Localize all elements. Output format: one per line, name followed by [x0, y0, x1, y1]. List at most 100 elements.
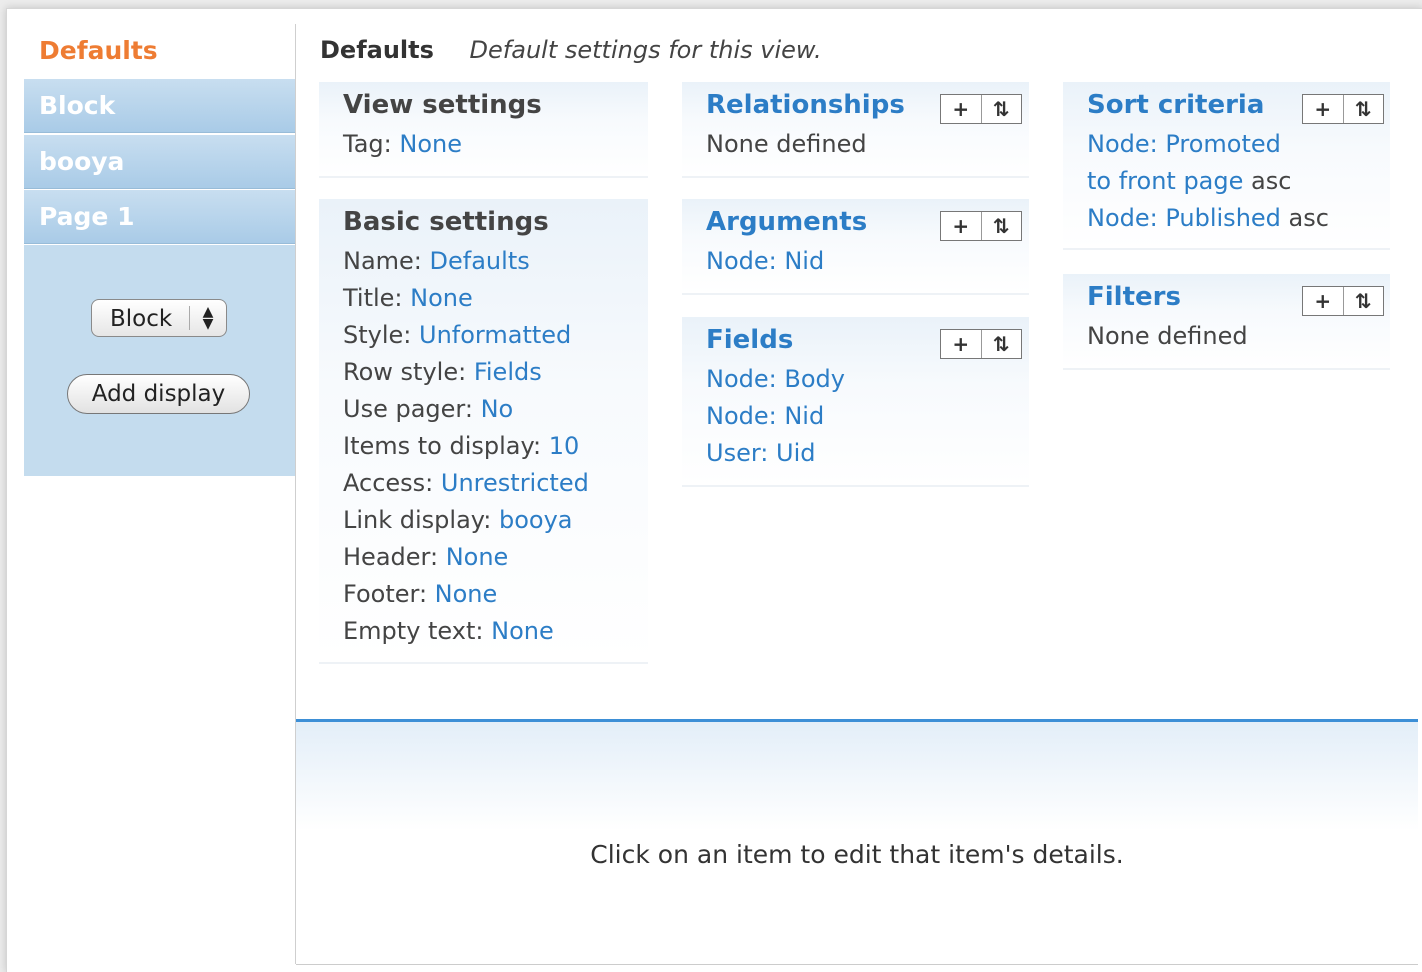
- display-type-select[interactable]: Block ▲ ▼: [91, 299, 227, 337]
- rearrange-icon[interactable]: ⇅: [1342, 287, 1384, 315]
- sort-criteria-rows: Node: Promoted to front page asc Node: P…: [1087, 126, 1329, 237]
- display-tab-defaults[interactable]: Defaults: [24, 24, 296, 78]
- field-item[interactable]: Node: Body: [706, 361, 845, 398]
- setting-value-link[interactable]: booya: [499, 506, 573, 534]
- display-tab-page-1[interactable]: Page 1: [24, 190, 296, 244]
- setting-row: Name: Defaults: [343, 243, 589, 280]
- display-tab-booya[interactable]: booya: [24, 135, 296, 189]
- setting-label: Tag:: [343, 130, 392, 158]
- relationships-title[interactable]: Relationships: [706, 90, 905, 120]
- setting-row: Title: None: [343, 280, 589, 317]
- setting-value-link[interactable]: Unrestricted: [441, 469, 589, 497]
- setting-value-link[interactable]: 10: [549, 432, 580, 460]
- display-tab-block[interactable]: Block: [24, 79, 296, 133]
- setting-label: Use pager:: [343, 395, 473, 423]
- filters-empty-text: None defined: [1087, 322, 1248, 350]
- rearrange-icon[interactable]: ⇅: [980, 95, 1022, 123]
- setting-value-link[interactable]: None: [435, 580, 498, 608]
- basic-settings-box: Basic settings Name: Defaults Title: Non…: [319, 199, 648, 664]
- setting-value-link[interactable]: No: [481, 395, 514, 423]
- up-down-arrows-icon: ▲ ▼: [189, 305, 226, 331]
- sort-item-order: asc: [1280, 204, 1329, 232]
- rearrange-icon[interactable]: ⇅: [980, 212, 1022, 240]
- setting-label: Access:: [343, 469, 434, 497]
- add-icon[interactable]: +: [941, 95, 981, 123]
- setting-label: Empty text:: [343, 617, 484, 645]
- sort-item: Node: Promoted: [1087, 126, 1329, 163]
- setting-row: Header: None: [343, 539, 589, 576]
- display-type-value: Block: [110, 306, 173, 332]
- relationships-tools: + ⇅: [940, 94, 1022, 124]
- filters-rows: None defined: [1087, 318, 1248, 355]
- rearrange-icon[interactable]: ⇅: [1342, 95, 1384, 123]
- setting-label: Link display:: [343, 506, 492, 534]
- setting-row: Items to display: 10: [343, 428, 589, 465]
- setting-row: Style: Unformatted: [343, 317, 589, 354]
- sort-item-link[interactable]: Node: Published: [1087, 204, 1281, 232]
- add-icon[interactable]: +: [1303, 287, 1343, 315]
- relationships-empty-text: None defined: [706, 130, 867, 158]
- arguments-rows: Node: Nid: [706, 243, 824, 280]
- setting-row: Footer: None: [343, 576, 589, 613]
- field-item[interactable]: Node: Nid: [706, 398, 845, 435]
- relationships-box: Relationships + ⇅ None defined: [682, 82, 1029, 178]
- setting-label: Row style:: [343, 358, 467, 386]
- setting-row: Empty text: None: [343, 613, 589, 650]
- setting-row-tag: Tag: None: [343, 126, 462, 163]
- sort-item-link[interactable]: to front page: [1087, 167, 1243, 195]
- basic-settings-title: Basic settings: [343, 207, 549, 237]
- view-settings-rows: Tag: None: [343, 126, 462, 163]
- setting-label: Header:: [343, 543, 439, 571]
- basic-settings-rows: Name: Defaults Title: None Style: Unform…: [343, 243, 589, 650]
- setting-label: Name:: [343, 247, 422, 275]
- sort-item-link[interactable]: Node: Promoted: [1087, 130, 1281, 158]
- setting-label: Items to display:: [343, 432, 542, 460]
- setting-label: Footer:: [343, 580, 428, 608]
- fields-title[interactable]: Fields: [706, 325, 793, 355]
- sort-item: Node: Published asc: [1087, 200, 1329, 237]
- view-settings-box: View settings Tag: None: [319, 82, 648, 178]
- filters-box: Filters + ⇅ None defined: [1063, 274, 1390, 370]
- sort-criteria-box: Sort criteria + ⇅ Node: Promoted to fron…: [1063, 82, 1390, 250]
- rearrange-icon[interactable]: ⇅: [980, 330, 1022, 358]
- details-panel: Click on an item to edit that item's det…: [296, 719, 1418, 965]
- add-icon[interactable]: +: [1303, 95, 1343, 123]
- arguments-title[interactable]: Arguments: [706, 207, 867, 237]
- display-description: Default settings for this view.: [469, 36, 822, 64]
- setting-value-link[interactable]: None: [399, 130, 462, 158]
- sort-criteria-title[interactable]: Sort criteria: [1087, 90, 1264, 120]
- setting-value-link[interactable]: Fields: [474, 358, 542, 386]
- setting-label: Title:: [343, 284, 403, 312]
- view-settings-title: View settings: [343, 90, 542, 120]
- argument-item[interactable]: Node: Nid: [706, 243, 824, 280]
- setting-row: Use pager: No: [343, 391, 589, 428]
- filters-tools: + ⇅: [1302, 286, 1384, 316]
- details-hint: Click on an item to edit that item's det…: [590, 840, 1124, 869]
- filters-title[interactable]: Filters: [1087, 282, 1181, 312]
- add-icon[interactable]: +: [941, 330, 981, 358]
- field-item[interactable]: User: Uid: [706, 435, 845, 472]
- fields-tools: + ⇅: [940, 329, 1022, 359]
- add-display-panel: Block ▲ ▼ Add display: [24, 245, 296, 476]
- fields-box: Fields + ⇅ Node: Body Node: Nid User: Ui…: [682, 317, 1029, 487]
- arguments-tools: + ⇅: [940, 211, 1022, 241]
- arguments-box: Arguments + ⇅ Node: Nid: [682, 199, 1029, 295]
- fields-rows: Node: Body Node: Nid User: Uid: [706, 361, 845, 472]
- relationships-rows: None defined: [706, 126, 867, 163]
- setting-row: Row style: Fields: [343, 354, 589, 391]
- display-title: Defaults: [320, 36, 434, 64]
- add-icon[interactable]: +: [941, 212, 981, 240]
- setting-label: Style:: [343, 321, 412, 349]
- sort-item-order: asc: [1243, 167, 1292, 195]
- setting-row: Access: Unrestricted: [343, 465, 589, 502]
- setting-value-link[interactable]: None: [491, 617, 554, 645]
- setting-value-link[interactable]: Unformatted: [419, 321, 571, 349]
- add-display-button[interactable]: Add display: [67, 374, 250, 414]
- sort-item: to front page asc: [1087, 163, 1329, 200]
- setting-value-link[interactable]: None: [410, 284, 473, 312]
- display-sidebar: Defaults Block booya Page 1 Block ▲ ▼ Add…: [24, 24, 296, 476]
- sort-criteria-tools: + ⇅: [1302, 94, 1384, 124]
- setting-value-link[interactable]: Defaults: [430, 247, 530, 275]
- setting-value-link[interactable]: None: [446, 543, 509, 571]
- display-heading: Defaults Default settings for this view.: [320, 36, 822, 64]
